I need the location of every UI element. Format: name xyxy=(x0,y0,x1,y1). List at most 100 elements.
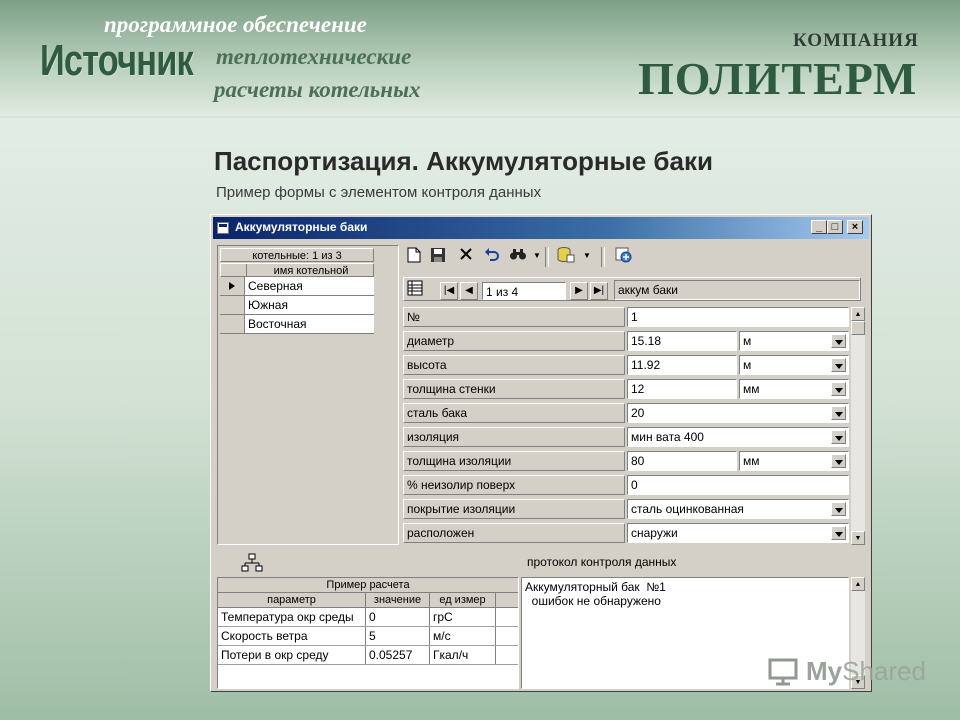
row-indicator[interactable] xyxy=(220,277,245,295)
table-row[interactable]: Восточная xyxy=(220,315,374,334)
unit-cell[interactable]: м/с xyxy=(430,627,496,645)
database-icon[interactable] xyxy=(557,247,575,265)
chevron-down-icon[interactable] xyxy=(831,358,846,372)
form-scrollbar[interactable]: ▲ ▼ xyxy=(851,307,865,545)
record-position-field[interactable]: 1 из 4 xyxy=(482,282,566,300)
header-divider xyxy=(0,116,960,118)
chevron-down-icon[interactable] xyxy=(831,334,846,348)
chevron-down-icon[interactable] xyxy=(831,454,846,468)
boiler-name-cell[interactable]: Восточная xyxy=(245,315,374,333)
wall-thickness-unit-value: мм xyxy=(743,382,760,396)
wall-thickness-field[interactable]: 12 xyxy=(627,379,737,399)
location-select[interactable]: снаружи xyxy=(627,523,849,543)
height-unit-select[interactable]: м xyxy=(739,355,849,375)
column-header-parameter[interactable]: параметр xyxy=(218,593,366,607)
table-row[interactable]: Температура окр среды 0 грС xyxy=(218,608,518,627)
minimize-button[interactable]: _ xyxy=(811,220,827,234)
insulation-thickness-field[interactable]: 80 xyxy=(627,451,737,471)
label-location: расположен xyxy=(403,523,625,543)
parameter-cell[interactable]: Потери в окр среду xyxy=(218,646,366,664)
unit-cell[interactable]: Гкал/ч xyxy=(430,646,496,664)
scroll-thumb[interactable] xyxy=(851,321,865,335)
find-icon[interactable] xyxy=(509,247,527,265)
column-header-value[interactable]: значение xyxy=(366,593,430,607)
boiler-name-cell[interactable]: Южная xyxy=(245,296,374,314)
protocol-label: протокол контроля данных xyxy=(527,555,677,569)
label-uninsulated-surface: % неизолир поверх xyxy=(403,475,625,495)
new-icon[interactable] xyxy=(405,247,423,265)
delete-icon[interactable] xyxy=(457,247,475,265)
insulation-thickness-unit-value: мм xyxy=(743,454,760,468)
find-dropdown-arrow-icon[interactable]: ▼ xyxy=(533,247,541,265)
table-name-label: аккум баки xyxy=(614,280,860,300)
record-navigator: |◀ ◀ 1 из 4 ▶ ▶| аккум баки xyxy=(403,277,861,301)
insulation-select[interactable]: мин вата 400 xyxy=(627,427,849,447)
prev-record-button[interactable]: ◀ xyxy=(460,282,478,300)
next-record-button[interactable]: ▶ xyxy=(570,282,588,300)
tank-steel-select[interactable]: 20 xyxy=(627,403,849,423)
maximize-button[interactable]: □ xyxy=(827,220,843,234)
indicator-column-header xyxy=(221,264,245,278)
column-header-boiler-name[interactable]: имя котельной xyxy=(246,264,375,278)
chevron-down-icon[interactable] xyxy=(831,382,846,396)
chevron-down-icon[interactable] xyxy=(831,430,846,444)
company-name: ПОЛИТЕРМ xyxy=(638,53,918,104)
chevron-down-icon[interactable] xyxy=(831,502,846,516)
save-icon[interactable] xyxy=(429,247,447,265)
table-row[interactable]: Скорость ветра 5 м/с xyxy=(218,627,518,646)
close-button[interactable]: × xyxy=(847,220,863,234)
label-insulation-thickness: толщина изоляции xyxy=(403,451,625,471)
database-dropdown-arrow-icon[interactable]: ▼ xyxy=(583,247,591,265)
current-row-arrow-icon xyxy=(229,282,235,290)
number-field[interactable]: 1 xyxy=(627,307,849,327)
app-window: Аккумуляторные баки _ □ × котельные: 1 и… xyxy=(210,214,872,692)
insulation-cover-value: сталь оцинкованная xyxy=(631,502,744,516)
grid-view-icon[interactable] xyxy=(404,280,426,300)
row-indicator[interactable] xyxy=(220,315,245,333)
slide-title: Паспортизация. Аккумуляторные баки xyxy=(214,146,713,176)
parameter-cell[interactable]: Скорость ветра xyxy=(218,627,366,645)
boiler-name-cell[interactable]: Северная xyxy=(245,277,374,295)
report-icon[interactable] xyxy=(615,247,633,265)
diameter-field[interactable]: 15.18 xyxy=(627,331,737,351)
istochnik-logo: Источник xyxy=(40,36,194,85)
scroll-up-icon[interactable]: ▲ xyxy=(851,307,865,321)
label-insulation-cover: покрытие изоляции xyxy=(403,499,625,519)
calculation-grid-header: параметр значение ед измер xyxy=(218,593,518,608)
insulation-cover-select[interactable]: сталь оцинкованная xyxy=(627,499,849,519)
presentation-watermark-icon xyxy=(768,658,802,686)
table-row[interactable]: Северная xyxy=(220,277,374,296)
boilers-grid-header: котельные: 1 из 3 xyxy=(220,248,374,262)
table-row[interactable]: Южная xyxy=(220,296,374,315)
protocol-line: Аккумуляторный бак №1 xyxy=(525,580,666,594)
table-row[interactable]: Потери в окр среду 0.05257 Гкал/ч xyxy=(218,646,518,665)
unit-cell[interactable]: грС xyxy=(430,608,496,626)
chevron-down-icon[interactable] xyxy=(831,526,846,540)
column-header-unit[interactable]: ед измер xyxy=(430,593,496,607)
height-unit-value: м xyxy=(743,358,752,372)
value-cell[interactable]: 0 xyxy=(366,608,430,626)
value-cell[interactable]: 0.05257 xyxy=(366,646,430,664)
tank-steel-value: 20 xyxy=(631,406,645,420)
row-indicator[interactable] xyxy=(220,296,245,314)
uninsulated-surface-field[interactable]: 0 xyxy=(627,475,849,495)
watermark-my: My xyxy=(806,656,843,686)
hierarchy-icon[interactable] xyxy=(241,553,263,573)
undo-icon[interactable] xyxy=(483,247,501,265)
label-height: высота xyxy=(403,355,625,375)
scroll-down-icon[interactable]: ▼ xyxy=(851,531,865,545)
toolbar-separator xyxy=(601,247,605,267)
chevron-down-icon[interactable] xyxy=(831,406,846,420)
diameter-unit-select[interactable]: м xyxy=(739,331,849,351)
height-field[interactable]: 11.92 xyxy=(627,355,737,375)
wall-thickness-unit-select[interactable]: мм xyxy=(739,379,849,399)
value-cell[interactable]: 5 xyxy=(366,627,430,645)
window-titlebar[interactable]: Аккумуляторные баки _ □ × xyxy=(213,217,869,239)
insulation-thickness-unit-select[interactable]: мм xyxy=(739,451,849,471)
last-record-button[interactable]: ▶| xyxy=(590,282,608,300)
protocol-line: ошибок не обнаружено xyxy=(525,594,661,608)
first-record-button[interactable]: |◀ xyxy=(440,282,458,300)
parameter-cell[interactable]: Температура окр среды xyxy=(218,608,366,626)
window-title: Аккумуляторные баки xyxy=(235,220,368,234)
scroll-up-icon[interactable]: ▲ xyxy=(851,577,865,591)
